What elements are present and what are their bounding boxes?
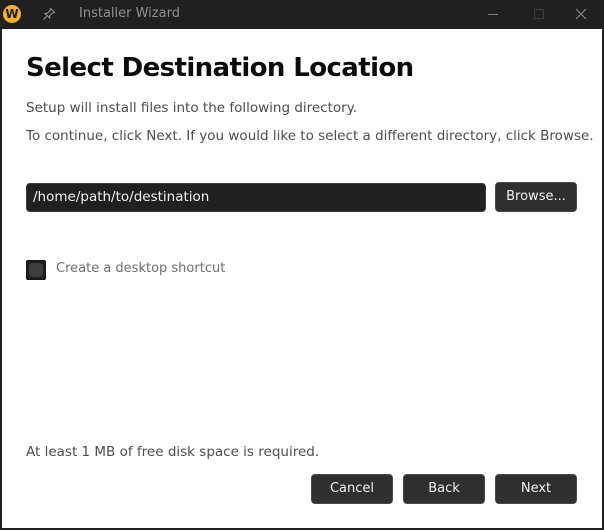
window-title: Installer Wizard (79, 6, 180, 21)
maximize-icon (534, 9, 544, 19)
minimize-icon (488, 14, 498, 15)
close-button[interactable] (558, 0, 604, 29)
back-button[interactable]: Back (403, 474, 485, 504)
disk-space-note: At least 1 MB of free disk space is requ… (26, 444, 320, 460)
desktop-shortcut-label[interactable]: Create a desktop shortcut (56, 261, 225, 277)
destination-path-input[interactable]: /home/path/to/destination (26, 183, 486, 212)
app-logo-icon: W (3, 5, 21, 23)
next-button[interactable]: Next (495, 474, 577, 504)
cancel-button[interactable]: Cancel (311, 474, 393, 504)
maximize-button[interactable] (516, 0, 562, 29)
checkbox-indicator (29, 263, 43, 277)
page-title: Select Destination Location (26, 53, 414, 83)
close-icon (575, 8, 587, 20)
minimize-button[interactable] (470, 0, 516, 29)
pin-icon[interactable] (41, 6, 57, 22)
description-line-2: To continue, click Next. If you would li… (26, 128, 594, 144)
installer-window: W Installer Wizard Select Destination Lo… (0, 0, 604, 530)
wizard-content: Select Destination Location Setup will i… (2, 29, 602, 528)
browse-button[interactable]: Browse... (495, 182, 577, 212)
desktop-shortcut-checkbox[interactable] (26, 260, 46, 280)
description-line-1: Setup will install files into the follow… (26, 100, 358, 116)
title-bar[interactable]: W Installer Wizard (0, 0, 604, 29)
